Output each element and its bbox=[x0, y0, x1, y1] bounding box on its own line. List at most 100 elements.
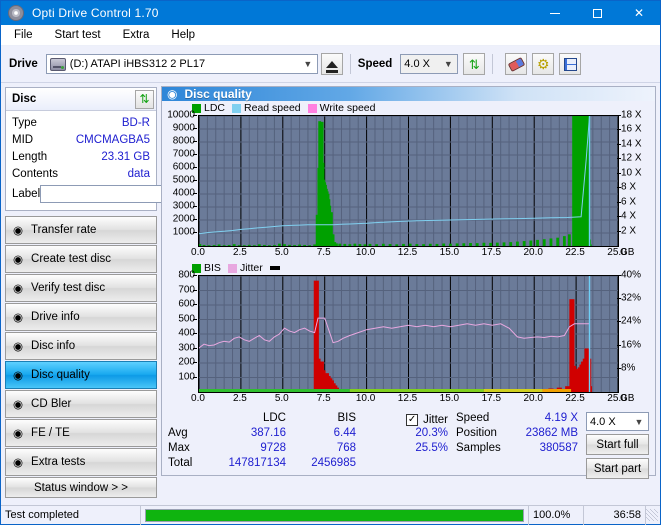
results-row-key: Total bbox=[168, 457, 193, 469]
results-row-labels: Avg Max Total bbox=[168, 412, 212, 479]
disc-row-mid: MID CMCMAGBA5 bbox=[12, 131, 150, 148]
title-bar: Opti Drive Control 1.70 ✕ bbox=[1, 1, 660, 25]
results-row-key: Avg bbox=[168, 427, 188, 439]
chart-bis-plot[interactable] bbox=[198, 275, 619, 393]
jitter-checkbox[interactable]: ✓ bbox=[406, 413, 419, 426]
sidebar-item-transfer-rate[interactable]: ◉ Transfer rate bbox=[5, 216, 157, 244]
disc-row-key: Type bbox=[12, 116, 37, 129]
menu-item-file[interactable]: File bbox=[11, 27, 36, 43]
eject-button[interactable] bbox=[320, 53, 343, 75]
menu-item-help[interactable]: Help bbox=[168, 27, 198, 43]
test-speed-select[interactable]: 4.0 X ▼ bbox=[586, 412, 649, 431]
results-jitter-avg: 20.3% bbox=[415, 427, 448, 439]
chart-y-tick bbox=[193, 141, 197, 142]
sidebar-item-disc-info[interactable]: ◉ Disc info bbox=[5, 332, 157, 360]
speed-label: Speed bbox=[357, 58, 393, 70]
menu-item-start-test[interactable]: Start test bbox=[52, 27, 104, 43]
status-message: Test completed bbox=[1, 505, 141, 525]
sidebar-item-fe-te[interactable]: ◉ FE / TE bbox=[5, 419, 157, 447]
chart-x-tick-label: 17.5 bbox=[481, 393, 502, 404]
results-meta-values: 4.19 X 23862 MB 380587 bbox=[512, 412, 578, 479]
chart-y-tick bbox=[193, 180, 197, 181]
refresh-button[interactable]: ⇅ bbox=[463, 53, 486, 75]
jitter-label: Jitter bbox=[423, 413, 448, 426]
chart-ldc-plot[interactable] bbox=[198, 115, 619, 247]
status-window-button[interactable]: Status window > > bbox=[5, 477, 157, 498]
start-part-button[interactable]: Start part bbox=[586, 458, 649, 479]
sidebar-item-drive-info[interactable]: ◉ Drive info bbox=[5, 303, 157, 331]
disc-row-key: Contents bbox=[12, 167, 59, 180]
legend-item-write-speed: Write speed bbox=[307, 102, 376, 114]
drive-select-value: (D:) ATAPI iHBS312 2 PL17 bbox=[69, 58, 206, 70]
erase-button[interactable] bbox=[505, 53, 528, 75]
results-col-header: BIS bbox=[337, 412, 356, 424]
chart-y2-tick bbox=[617, 201, 621, 203]
chart-x-tick-label: 2.5 bbox=[232, 393, 247, 404]
chart-y-tick bbox=[193, 115, 197, 116]
chart-y2-tick-label: 18 X bbox=[621, 109, 642, 121]
chevron-down-icon: ▼ bbox=[443, 59, 453, 69]
disc-row-key: Length bbox=[12, 150, 48, 163]
results-col-header: LDC bbox=[262, 412, 286, 424]
sidebar-item-label: CD Bler bbox=[31, 398, 72, 410]
close-icon[interactable]: ✕ bbox=[618, 1, 660, 25]
legend-swatch-read-speed bbox=[232, 103, 242, 113]
legend-label: Jitter bbox=[239, 262, 263, 274]
disc-label-row: Label bbox=[12, 183, 244, 205]
disc-refresh-button[interactable]: ⇅ bbox=[135, 89, 154, 109]
chart-y-tick bbox=[193, 347, 197, 349]
chart-x-tick-label: 22.5 bbox=[565, 393, 585, 404]
sidebar-item-create-test-disc[interactable]: ◉ Create test disc bbox=[5, 245, 157, 273]
main-panel: ◉ Disc quality LDC Read speed Write spee… bbox=[161, 83, 660, 479]
minimize-icon[interactable] bbox=[534, 1, 576, 25]
sidebar-item-cd-bler[interactable]: ◉ CD Bler bbox=[5, 390, 157, 418]
chart-x-tick-label: 15.0 bbox=[439, 247, 460, 258]
chart-x-tick-label: 0.0 bbox=[191, 393, 205, 404]
chart-x-tick-label: 5.0 bbox=[274, 393, 289, 404]
sidebar-item-disc-quality[interactable]: ◉ Disc quality bbox=[5, 361, 157, 389]
chart-y-tick bbox=[193, 289, 197, 291]
disc-info-icon: ◉ bbox=[13, 341, 24, 353]
chart-y2-tick-label: 8 X bbox=[621, 181, 637, 193]
speed-select[interactable]: 4.0 X ▼ bbox=[400, 54, 459, 74]
toolbar: Drive (D:) ATAPI iHBS312 2 PL17 ▼ Speed … bbox=[1, 46, 660, 83]
drive-select[interactable]: (D:) ATAPI iHBS312 2 PL17 ▼ bbox=[45, 54, 318, 74]
eject-icon bbox=[325, 60, 338, 73]
position-result-label: Position bbox=[456, 427, 497, 439]
chart-x-tick-label: 17.5 bbox=[481, 247, 502, 258]
save-icon bbox=[563, 57, 577, 71]
disc-panel: Disc ⇅ Type BD-R MID CMCMAGBA5 Length 23… bbox=[5, 87, 244, 211]
chart-y-tick bbox=[193, 275, 197, 276]
chart-x-tick-label: 12.5 bbox=[397, 247, 418, 258]
chart-x-tick-label: 12.5 bbox=[397, 393, 418, 404]
sidebar-item-verify-test-disc[interactable]: ◉ Verify test disc bbox=[5, 274, 157, 302]
sidebar-item-label: Create test disc bbox=[31, 253, 111, 265]
sidebar-item-label: Drive info bbox=[31, 311, 80, 323]
chart-y2-tick bbox=[617, 367, 621, 369]
drive-icon bbox=[49, 57, 66, 71]
tools-button[interactable]: ⚙ bbox=[532, 53, 555, 75]
chart-ldc-wrap: 1000 2000 3000 4000 5000 6000 7000 8000 9000 1000… bbox=[162, 110, 655, 260]
disc-bler-icon: ◉ bbox=[13, 399, 24, 411]
resize-grip-icon[interactable] bbox=[646, 509, 658, 521]
sidebar-item-label: Verify test disc bbox=[31, 282, 106, 294]
application-window: Opti Drive Control 1.70 ✕ File Start tes… bbox=[0, 0, 661, 525]
start-full-button[interactable]: Start full bbox=[586, 434, 649, 455]
sidebar-item-extra-tests[interactable]: ◉ Extra tests bbox=[5, 448, 157, 476]
chart-y2-tick bbox=[617, 275, 621, 276]
legend-item-read-speed: Read speed bbox=[232, 102, 301, 114]
chart-y-tick bbox=[193, 362, 197, 363]
disc-properties: Type BD-R MID CMCMAGBA5 Length 23.31 GB … bbox=[6, 111, 244, 210]
chevron-down-icon: ▼ bbox=[634, 416, 644, 427]
maximize-icon[interactable] bbox=[576, 1, 618, 25]
disc-quality-icon: ◉ bbox=[13, 370, 24, 382]
chart-y-tick bbox=[193, 219, 197, 220]
refresh-icon: ⇅ bbox=[468, 56, 480, 72]
chart-y2-tick-label: 16 X bbox=[621, 123, 642, 135]
save-button[interactable] bbox=[559, 53, 582, 75]
results-ldc-total: 147817134 bbox=[228, 457, 286, 469]
menu-item-extra[interactable]: Extra bbox=[120, 27, 153, 43]
toolbar-divider-1 bbox=[349, 54, 351, 74]
results-meta-labels: Speed Position Samples bbox=[448, 412, 512, 479]
legend-item-jitter: Jitter bbox=[227, 262, 263, 274]
